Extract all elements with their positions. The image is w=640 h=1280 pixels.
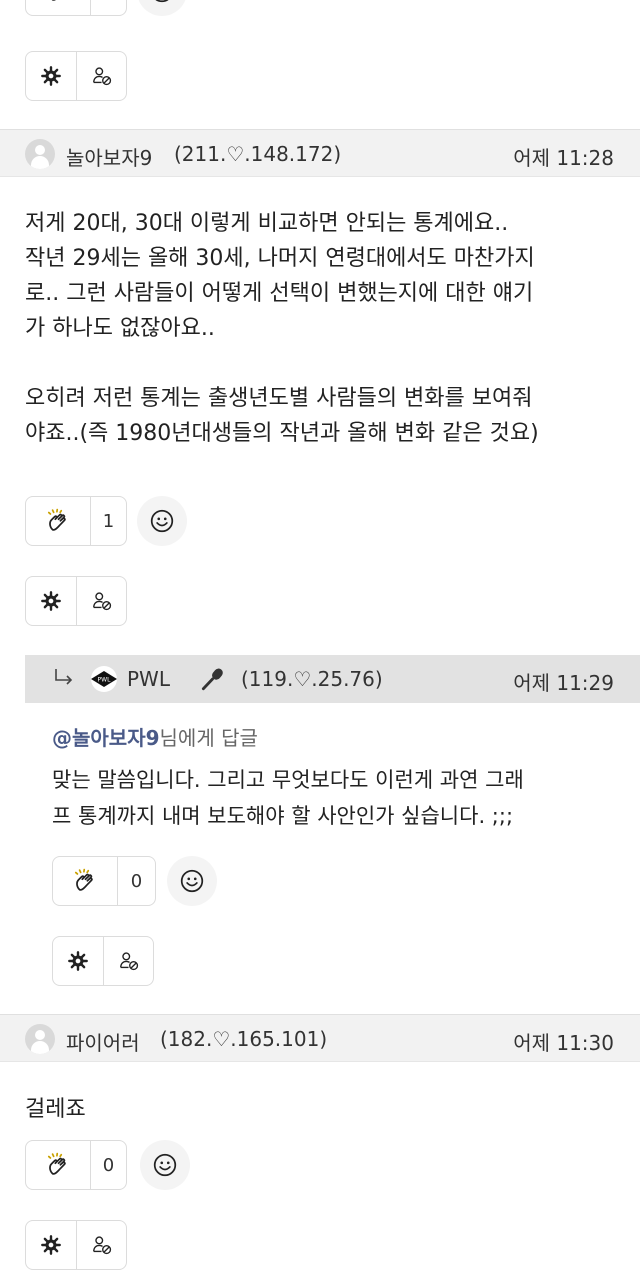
- comment-actions: [25, 576, 127, 626]
- avatar[interactable]: [25, 139, 55, 169]
- smiley-face-icon: [152, 1152, 178, 1178]
- block-user-icon: [91, 65, 113, 87]
- svg-text:PWL: PWL: [98, 677, 112, 684]
- comment-header: 파이어러 (182.♡.165.101) 어제 11:30: [0, 1014, 640, 1062]
- reply-mention: @놀아보자9님에게 답글: [52, 722, 258, 751]
- timestamp: 어제 11:29: [513, 671, 614, 695]
- comment-line: 작년 29세는 올해 30세, 나머지 연령대에서도 마찬가지: [25, 246, 535, 271]
- block-user-button[interactable]: [76, 577, 126, 625]
- like-box: 1: [25, 0, 127, 16]
- like-button[interactable]: [26, 1141, 90, 1189]
- like-count: 0: [130, 870, 143, 892]
- avatar[interactable]: [25, 1024, 55, 1054]
- comment-line: 야죠..(즉 1980년대생들의 작년과 올해 변화 같은 것요): [25, 421, 539, 446]
- clapping-hands-icon: [45, 508, 71, 534]
- block-user-button[interactable]: [76, 1221, 126, 1269]
- comment-actions: [52, 936, 154, 986]
- block-user-icon: [118, 950, 140, 972]
- block-user-icon: [91, 1234, 113, 1256]
- smiley-face-icon: [149, 0, 175, 4]
- comment-body: 저게 20대, 30대 이렇게 비교하면 안되는 통계에요.. 작년 29세는 …: [25, 206, 539, 451]
- settings-button[interactable]: [26, 1221, 76, 1269]
- comment-line: 가 하나도 없잖아요..: [25, 316, 215, 341]
- emoji-reaction-button[interactable]: [140, 1140, 190, 1190]
- like-box: 0: [25, 1140, 127, 1190]
- block-user-button[interactable]: [103, 937, 153, 985]
- gear-icon: [40, 1234, 62, 1256]
- comment-line: 로.. 그런 사람들이 어떻게 선택이 변했는지에 대한 얘기: [25, 281, 534, 306]
- microphone-icon: [199, 666, 225, 692]
- comment-line: [25, 346, 539, 381]
- mention-user[interactable]: @놀아보자9: [52, 726, 160, 750]
- comment-line: 오히려 저런 통계는 출생년도별 사람들의 변화를 보여줘: [25, 386, 533, 411]
- like-button[interactable]: [26, 497, 90, 545]
- comment-header: 놀아보자9 (211.♡.148.172) 어제 11:28: [0, 129, 640, 177]
- like-count: 0: [102, 1154, 115, 1176]
- block-user-icon: [91, 590, 113, 612]
- nickname[interactable]: PWL: [127, 667, 170, 691]
- like-box: 0: [52, 856, 156, 906]
- comment-actions: [25, 1220, 127, 1270]
- clapping-hands-icon: [45, 0, 71, 4]
- settings-button[interactable]: [53, 937, 103, 985]
- comment-line: 맞는 말씀입니다. 그리고 무엇보다도 이런게 과연 그래: [52, 768, 524, 792]
- reply-header: PWL PWL (119.♡.25.76) 어제 11:29: [25, 655, 640, 703]
- smiley-face-icon: [149, 508, 175, 534]
- like-box: 1: [25, 496, 127, 546]
- emoji-reaction-button[interactable]: [167, 856, 217, 906]
- ip-address: (119.♡.25.76): [241, 667, 383, 691]
- comment-line: 걸레죠: [25, 1097, 86, 1122]
- emoji-reaction-button[interactable]: [137, 0, 187, 16]
- timestamp: 어제 11:30: [513, 1031, 614, 1055]
- like-count: 1: [103, 0, 114, 2]
- gear-icon: [40, 590, 62, 612]
- like-button[interactable]: [53, 857, 117, 905]
- clapping-hands-icon: [45, 1152, 71, 1178]
- ip-address: (211.♡.148.172): [174, 142, 342, 166]
- nickname[interactable]: 파이어러: [66, 1027, 140, 1056]
- gear-icon: [40, 65, 62, 87]
- comment-line: 프 통계까지 내며 보도해야 할 사안인가 싶습니다. ;;;: [52, 804, 514, 828]
- comment-line: 저게 20대, 30대 이렇게 비교하면 안되는 통계에요..: [25, 211, 509, 236]
- comment-actions: [25, 51, 127, 101]
- mention-suffix: 님에게 답글: [159, 726, 258, 750]
- settings-button[interactable]: [26, 52, 76, 100]
- avatar[interactable]: PWL: [87, 665, 121, 693]
- smiley-face-icon: [179, 868, 205, 894]
- ip-address: (182.♡.165.101): [160, 1027, 328, 1051]
- settings-button[interactable]: [26, 577, 76, 625]
- reply-arrow-icon: [52, 666, 76, 690]
- block-user-button[interactable]: [76, 52, 126, 100]
- timestamp: 어제 11:28: [513, 146, 614, 170]
- gear-icon: [67, 950, 89, 972]
- like-button[interactable]: [26, 0, 90, 15]
- comment-body: 맞는 말씀입니다. 그리고 무엇보다도 이런게 과연 그래 프 통계까지 내며 …: [52, 762, 524, 834]
- nickname[interactable]: 놀아보자9: [66, 142, 152, 171]
- emoji-reaction-button[interactable]: [137, 496, 187, 546]
- like-count: 1: [102, 510, 115, 532]
- comment-body: 걸레죠: [25, 1092, 86, 1127]
- clapping-hands-icon: [72, 868, 98, 894]
